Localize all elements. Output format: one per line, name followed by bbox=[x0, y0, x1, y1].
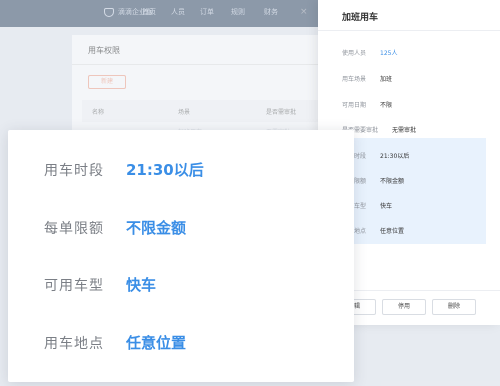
detail-value-approval: 无需审批 bbox=[392, 127, 417, 134]
detail-value-users[interactable]: 125人 bbox=[380, 48, 397, 57]
detail-value-scene: 加班 bbox=[380, 76, 393, 83]
divider bbox=[318, 30, 500, 31]
detail-value-location: 任意位置 bbox=[380, 228, 405, 235]
card-label-location: 用车地点 bbox=[44, 336, 104, 352]
card-label-limit: 每单限额 bbox=[44, 221, 104, 237]
card-value-limit: 不限金额 bbox=[126, 219, 187, 237]
drawer-title: 加班用车 bbox=[342, 13, 379, 23]
delete-button[interactable]: 删除 bbox=[432, 299, 476, 315]
card-label-time: 用车时段 bbox=[44, 163, 104, 179]
detail-value-date: 不限 bbox=[380, 102, 393, 109]
detail-label-users: 使用人员 bbox=[342, 50, 367, 57]
disable-button[interactable]: 停用 bbox=[382, 299, 426, 315]
detail-label-scene: 用车场景 bbox=[342, 76, 367, 83]
detail-label-date: 可用日期 bbox=[342, 102, 367, 109]
card-value-location: 任意位置 bbox=[126, 334, 187, 352]
detail-value-car-type: 快车 bbox=[380, 203, 393, 210]
close-icon[interactable]: × bbox=[300, 7, 308, 17]
card-value-car-type: 快车 bbox=[126, 276, 157, 294]
card-value-time: 21:30以后 bbox=[126, 161, 204, 179]
zoomed-detail-card: 用车时段 21:30以后 每单限额 不限金额 可用车型 快车 用车地点 任意位置 bbox=[8, 130, 354, 382]
detail-value-limit: 不限金额 bbox=[380, 178, 405, 185]
card-label-car-type: 可用车型 bbox=[44, 278, 104, 294]
detail-value-time: 21:30以后 bbox=[380, 153, 410, 160]
